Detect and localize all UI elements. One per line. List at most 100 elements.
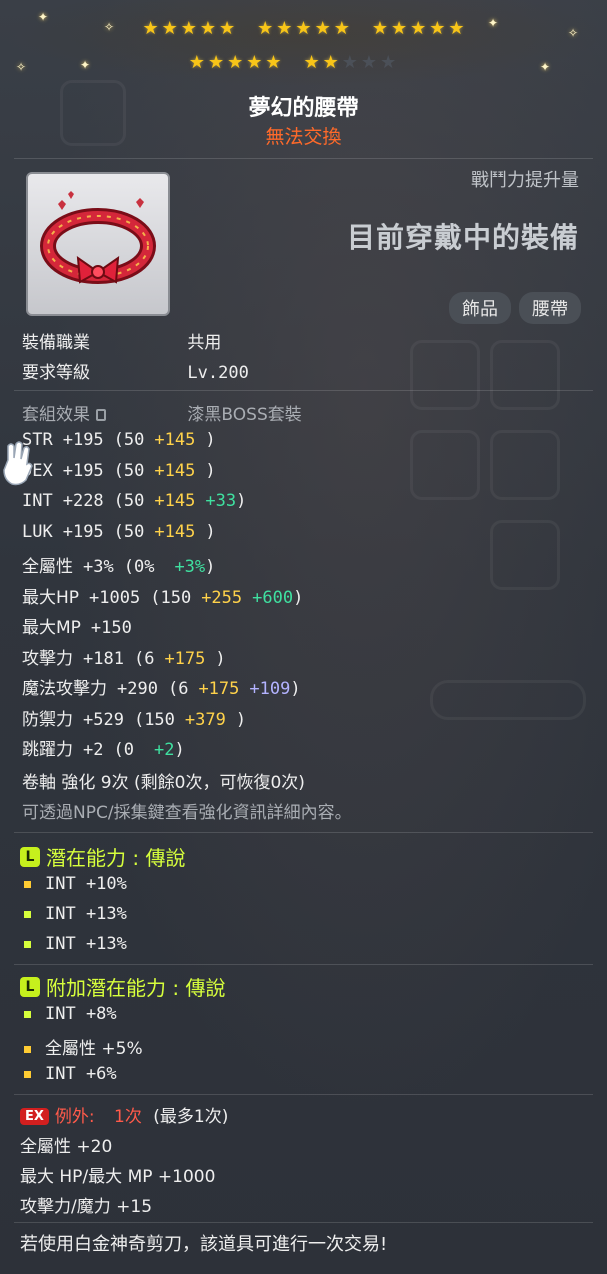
star-filled-icon: ★ [265, 52, 282, 73]
item-tags: 飾品 腰帶 [449, 292, 581, 324]
set-effect-label: 套組效果 [22, 405, 90, 425]
divider [14, 832, 593, 833]
req-level-label: 要求等級 [22, 363, 90, 383]
star-filled-icon: ★ [410, 18, 427, 39]
req-level-row: 要求等級 Lv.200 [22, 358, 249, 383]
stat-total: +181 [83, 648, 124, 669]
stat-row: LUK +195 (50 +145) [22, 522, 216, 542]
star-group: ★ ★ ★ ★ ★ [142, 20, 235, 38]
stat-base: (0% [123, 557, 155, 577]
exceptional-line: 最大 HP/最大 MP +1000 [20, 1167, 216, 1187]
star-filled-icon: ★ [303, 52, 320, 73]
sparkle-icon: ✦ [38, 10, 49, 24]
stat-close: ) [215, 648, 226, 669]
req-job-label: 裝備職業 [22, 333, 90, 353]
stat-bonus: +145 [154, 491, 196, 511]
star-group: ★ ★ ★ ★ ★ [304, 54, 397, 72]
star-filled-icon: ★ [161, 18, 178, 39]
star-filled-icon: ★ [257, 18, 274, 39]
stat-total: +195 [62, 430, 104, 450]
stat-base: (50 [113, 521, 145, 542]
background-slot [490, 520, 560, 590]
stat-name: 全屬性 [22, 557, 73, 577]
divider [14, 390, 593, 391]
stat-base: (6 [167, 679, 189, 699]
star-filled-icon: ★ [448, 18, 465, 39]
divider [14, 158, 593, 159]
sparkle-icon: ✦ [488, 16, 499, 30]
potential-line: INT +13% [24, 904, 127, 924]
stat-bonus: +379 [184, 709, 226, 730]
trade-status: 無法交換 [265, 126, 342, 148]
background-slot [410, 340, 480, 410]
background-slot [410, 430, 480, 500]
star-empty-icon: ★ [360, 52, 378, 73]
sparkle-icon: ✦ [80, 58, 91, 72]
exceptional-label: 例外: [54, 1107, 95, 1127]
exceptional-max: (最多1次) [153, 1107, 229, 1127]
star-filled-icon: ★ [219, 18, 236, 39]
star-group: ★ ★ ★ ★ ★ [372, 20, 465, 38]
stat-bonus: +175 [164, 648, 206, 669]
stat-row: 攻擊力 +181 (6 +175) [22, 644, 226, 669]
sparkle-icon: ✧ [104, 20, 115, 34]
exceptional-line: 攻擊力/魔力 +15 [20, 1197, 153, 1217]
currently-equipped-label: 目前穿戴中的裝備 [346, 221, 579, 254]
additional-potential-header: L 附加潛在能力 : 傳說 [20, 972, 225, 1001]
star-filled-icon: ★ [188, 52, 205, 73]
background-button [430, 680, 586, 720]
star-filled-icon: ★ [333, 18, 350, 39]
stat-row: 防禦力 +529 (150 +379) [22, 705, 246, 730]
stat-name: 攻擊力 [22, 648, 73, 669]
stat-name: LUK [22, 521, 53, 542]
bullet-icon [24, 940, 31, 948]
stat-total: +2 [83, 740, 104, 760]
stat-total: +195 [62, 460, 104, 481]
exceptional-line: 全屬性 +20 [20, 1137, 113, 1157]
stat-bonus: +145 [154, 521, 196, 542]
stat-base: (50 [113, 491, 145, 511]
stat-total: +228 [62, 491, 104, 511]
star-filled-icon: ★ [276, 18, 293, 39]
potential-title: 潛在能力 : 傳說 [46, 846, 186, 870]
stat-close: ) [205, 521, 216, 542]
star-empty-icon: ★ [380, 52, 397, 73]
exceptional-header: EX 例外: 1次 (最多1次) [20, 1102, 228, 1127]
scissors-trade-note: 若使用白金神奇剪刀，該道具可進行一次交易! [20, 1234, 388, 1255]
stat-row: STR +195 (50 +145) [22, 430, 216, 450]
bullet-icon [24, 1010, 31, 1018]
stat-row: 魔法攻擊力 +290 (6 +175 +109) [22, 674, 301, 699]
star-filled-icon: ★ [429, 18, 446, 39]
tag-category: 飾品 [449, 292, 511, 324]
star-filled-icon: ★ [322, 52, 339, 73]
stat-total: +3% [83, 557, 114, 577]
stat-base: (0 [113, 740, 134, 760]
stat-name: 防禦力 [22, 709, 73, 730]
potential-line: INT +10% [24, 874, 127, 894]
stat-bonus: +145 [154, 460, 196, 481]
hand-cursor-icon [3, 441, 33, 486]
background-slot [490, 430, 560, 500]
additional-potential-line: 全屬性 +5% [24, 1034, 143, 1059]
stat-flame: +3% [174, 557, 206, 577]
stat-close: ) [174, 740, 185, 760]
star-filled-icon: ★ [227, 52, 244, 73]
stat-row: 全屬性 +3% (0% +3%) [22, 552, 215, 577]
stat-total: +195 [62, 521, 104, 542]
star-row-1: ★ ★ ★ ★ ★ ★ ★ ★ ★ ★ ★ ★ ★ ★ ★ [0, 20, 607, 38]
stat-row: 跳躍力 +2 (0 +2) [22, 735, 185, 760]
stat-total: +150 [90, 618, 132, 638]
stat-bonus: +145 [154, 430, 196, 450]
star-filled-icon: ★ [199, 18, 216, 39]
bullet-icon [24, 910, 31, 918]
stat-name: 跳躍力 [22, 740, 73, 760]
star-empty-icon: ★ [341, 52, 358, 73]
stat-close: ) [205, 557, 216, 577]
additional-potential-line: INT +8% [24, 1004, 117, 1024]
stat-total: +1005 [89, 587, 141, 608]
stat-name: 最大HP [22, 587, 80, 608]
star-filled-icon: ★ [314, 18, 331, 39]
star-filled-icon: ★ [180, 18, 197, 39]
req-level-value: Lv.200 [187, 363, 249, 383]
stat-bonus: +255 [201, 587, 243, 608]
